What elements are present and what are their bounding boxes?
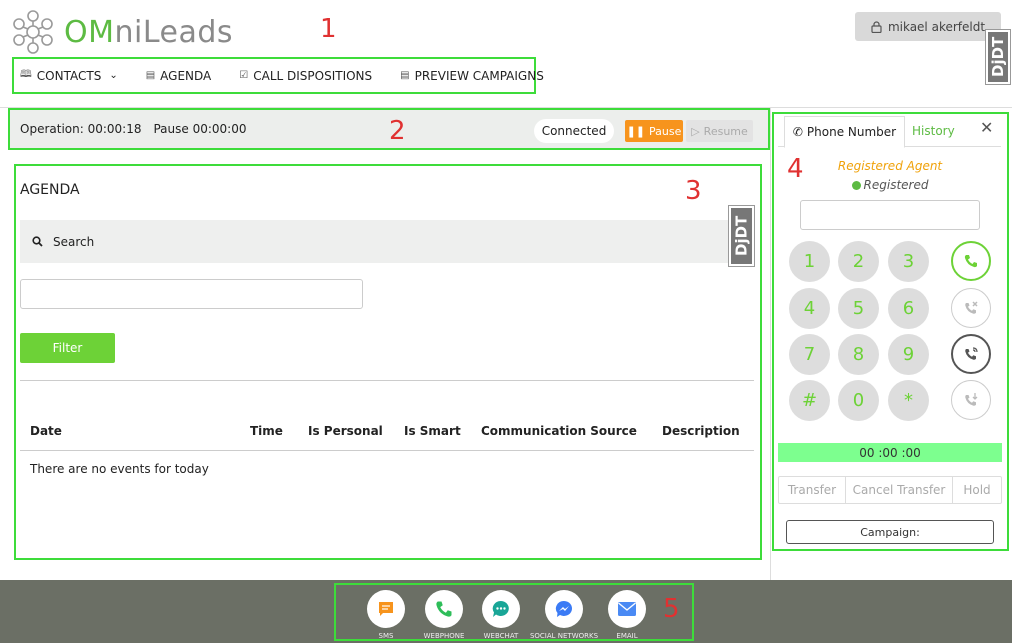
key-1[interactable]: 1 bbox=[789, 241, 830, 282]
debug-toolbar-tab[interactable]: DjDT bbox=[728, 205, 755, 267]
dock-label: EMAIL bbox=[616, 632, 638, 640]
key-hash[interactable]: # bbox=[789, 380, 830, 421]
key-5[interactable]: 5 bbox=[838, 288, 879, 329]
column-header-date[interactable]: Date bbox=[30, 424, 62, 438]
key-7[interactable]: 7 bbox=[789, 334, 830, 375]
main-nav: 🕮 CONTACTS ⌄ ▤ AGENDA ☑ CALL DISPOSITION… bbox=[12, 57, 544, 94]
annotation-3: 3 bbox=[685, 176, 702, 206]
app-logo[interactable]: OMniLeads bbox=[10, 8, 250, 56]
checklist-icon: ☑ bbox=[239, 70, 249, 81]
nav-call-dispositions[interactable]: ☑ CALL DISPOSITIONS bbox=[239, 69, 372, 83]
chat-icon bbox=[492, 600, 509, 617]
agent-registration-title: Registered Agent bbox=[837, 159, 943, 173]
empty-table-message: There are no events for today bbox=[30, 462, 209, 476]
annotation-2: 2 bbox=[389, 116, 406, 146]
key-6[interactable]: 6 bbox=[888, 288, 929, 329]
close-icon[interactable]: ✕ bbox=[980, 118, 993, 137]
panel-divider bbox=[770, 108, 771, 580]
annotation-1: 1 bbox=[320, 14, 337, 44]
transfer-button[interactable]: Transfer bbox=[779, 477, 846, 503]
campaign-button[interactable]: Campaign: bbox=[786, 520, 994, 544]
email-button bbox=[608, 590, 646, 628]
call-button[interactable] bbox=[951, 241, 991, 281]
key-4[interactable]: 4 bbox=[789, 288, 830, 329]
key-star[interactable]: * bbox=[888, 380, 929, 421]
sms-icon bbox=[379, 602, 393, 616]
social-networks-button bbox=[545, 590, 583, 628]
dock-label: WEBCHAT bbox=[483, 632, 519, 640]
phone-x-icon bbox=[965, 301, 978, 314]
connection-status-badge: Connected bbox=[534, 119, 614, 143]
logo-text: OMniLeads bbox=[64, 14, 234, 50]
column-header-time[interactable]: Time bbox=[250, 424, 283, 438]
key-8[interactable]: 8 bbox=[838, 334, 879, 375]
dock-social-networks[interactable]: SOCIAL NETWORKS bbox=[530, 590, 598, 640]
dock-email[interactable]: EMAIL bbox=[597, 590, 657, 640]
phone-icon bbox=[436, 601, 452, 617]
phone-transfer-icon bbox=[965, 393, 978, 406]
pause-button[interactable]: ❚❚ Pause bbox=[625, 120, 683, 142]
dock-webphone[interactable]: WEBPHONE bbox=[414, 590, 474, 640]
dock-webchat[interactable]: WEBCHAT bbox=[471, 590, 531, 640]
agent-status: Registered bbox=[778, 178, 1002, 192]
search-accordion[interactable]: Search bbox=[20, 220, 752, 263]
key-9[interactable]: 9 bbox=[888, 334, 929, 375]
book-icon: 🕮 bbox=[20, 69, 32, 80]
search-input[interactable] bbox=[20, 279, 363, 309]
key-3[interactable]: 3 bbox=[888, 241, 929, 282]
hangup-button[interactable] bbox=[951, 288, 991, 328]
user-name: mikael akerfeldt bbox=[887, 19, 986, 34]
webphone-button bbox=[425, 590, 463, 628]
column-header-is-personal[interactable]: Is Personal bbox=[308, 424, 383, 438]
debug-toolbar-tab[interactable]: DjDT bbox=[985, 29, 1011, 85]
webchat-button bbox=[482, 590, 520, 628]
call-timer: 00 :00 :00 bbox=[778, 443, 1002, 462]
search-icon bbox=[32, 236, 43, 247]
transfer-button-group: Transfer Cancel Transfer Hold bbox=[778, 476, 1002, 504]
cancel-transfer-button[interactable]: Cancel Transfer bbox=[846, 477, 953, 503]
hold-button[interactable]: Hold bbox=[953, 477, 1001, 503]
dock-sms[interactable]: SMS bbox=[356, 590, 416, 640]
transfer-call-button[interactable] bbox=[951, 380, 991, 420]
email-icon bbox=[618, 602, 636, 616]
nav-agenda[interactable]: ▤ AGENDA bbox=[146, 69, 212, 83]
pause-icon: ❚❚ bbox=[626, 124, 646, 138]
user-menu-button[interactable]: mikael akerfeldt bbox=[855, 12, 1001, 41]
chevron-down-icon: ⌄ bbox=[109, 70, 118, 81]
divider bbox=[20, 380, 754, 381]
column-header-description[interactable]: Description bbox=[662, 424, 740, 438]
lock-icon bbox=[871, 20, 882, 33]
resume-button[interactable]: ▷ Resume bbox=[686, 120, 753, 142]
dock-label: WEBPHONE bbox=[423, 632, 465, 640]
status-dot-icon bbox=[851, 180, 861, 190]
dial-number-input[interactable] bbox=[800, 200, 980, 230]
sms-button bbox=[367, 590, 405, 628]
table-header-divider bbox=[20, 450, 754, 451]
tab-phone-number[interactable]: ✆ Phone Number bbox=[784, 116, 905, 148]
column-header-communication-source[interactable]: Communication Source bbox=[481, 424, 637, 438]
annotation-5: 5 bbox=[663, 594, 680, 624]
phone-icon: ✆ bbox=[792, 125, 803, 139]
dock-label: SMS bbox=[378, 632, 394, 640]
search-label: Search bbox=[53, 234, 95, 249]
document-icon: ▤ bbox=[400, 70, 410, 81]
filter-button[interactable]: Filter bbox=[20, 333, 115, 363]
column-header-is-smart[interactable]: Is Smart bbox=[404, 424, 461, 438]
logo-icon bbox=[13, 10, 53, 54]
key-0[interactable]: 0 bbox=[838, 380, 879, 421]
messenger-icon bbox=[555, 600, 572, 617]
tab-history[interactable]: History bbox=[912, 124, 955, 138]
nav-preview-campaigns[interactable]: ▤ PREVIEW CAMPAIGNS bbox=[400, 69, 544, 83]
phone-incoming-icon bbox=[965, 347, 978, 360]
play-icon: ▷ bbox=[691, 124, 700, 138]
nav-contacts[interactable]: 🕮 CONTACTS ⌄ bbox=[20, 67, 118, 84]
page-title: AGENDA bbox=[20, 182, 80, 198]
dock-label: SOCIAL NETWORKS bbox=[529, 632, 599, 640]
phone-call-icon bbox=[964, 255, 977, 268]
calendar-icon: ▤ bbox=[145, 70, 156, 81]
incoming-call-button[interactable] bbox=[951, 334, 991, 374]
key-2[interactable]: 2 bbox=[838, 241, 879, 282]
